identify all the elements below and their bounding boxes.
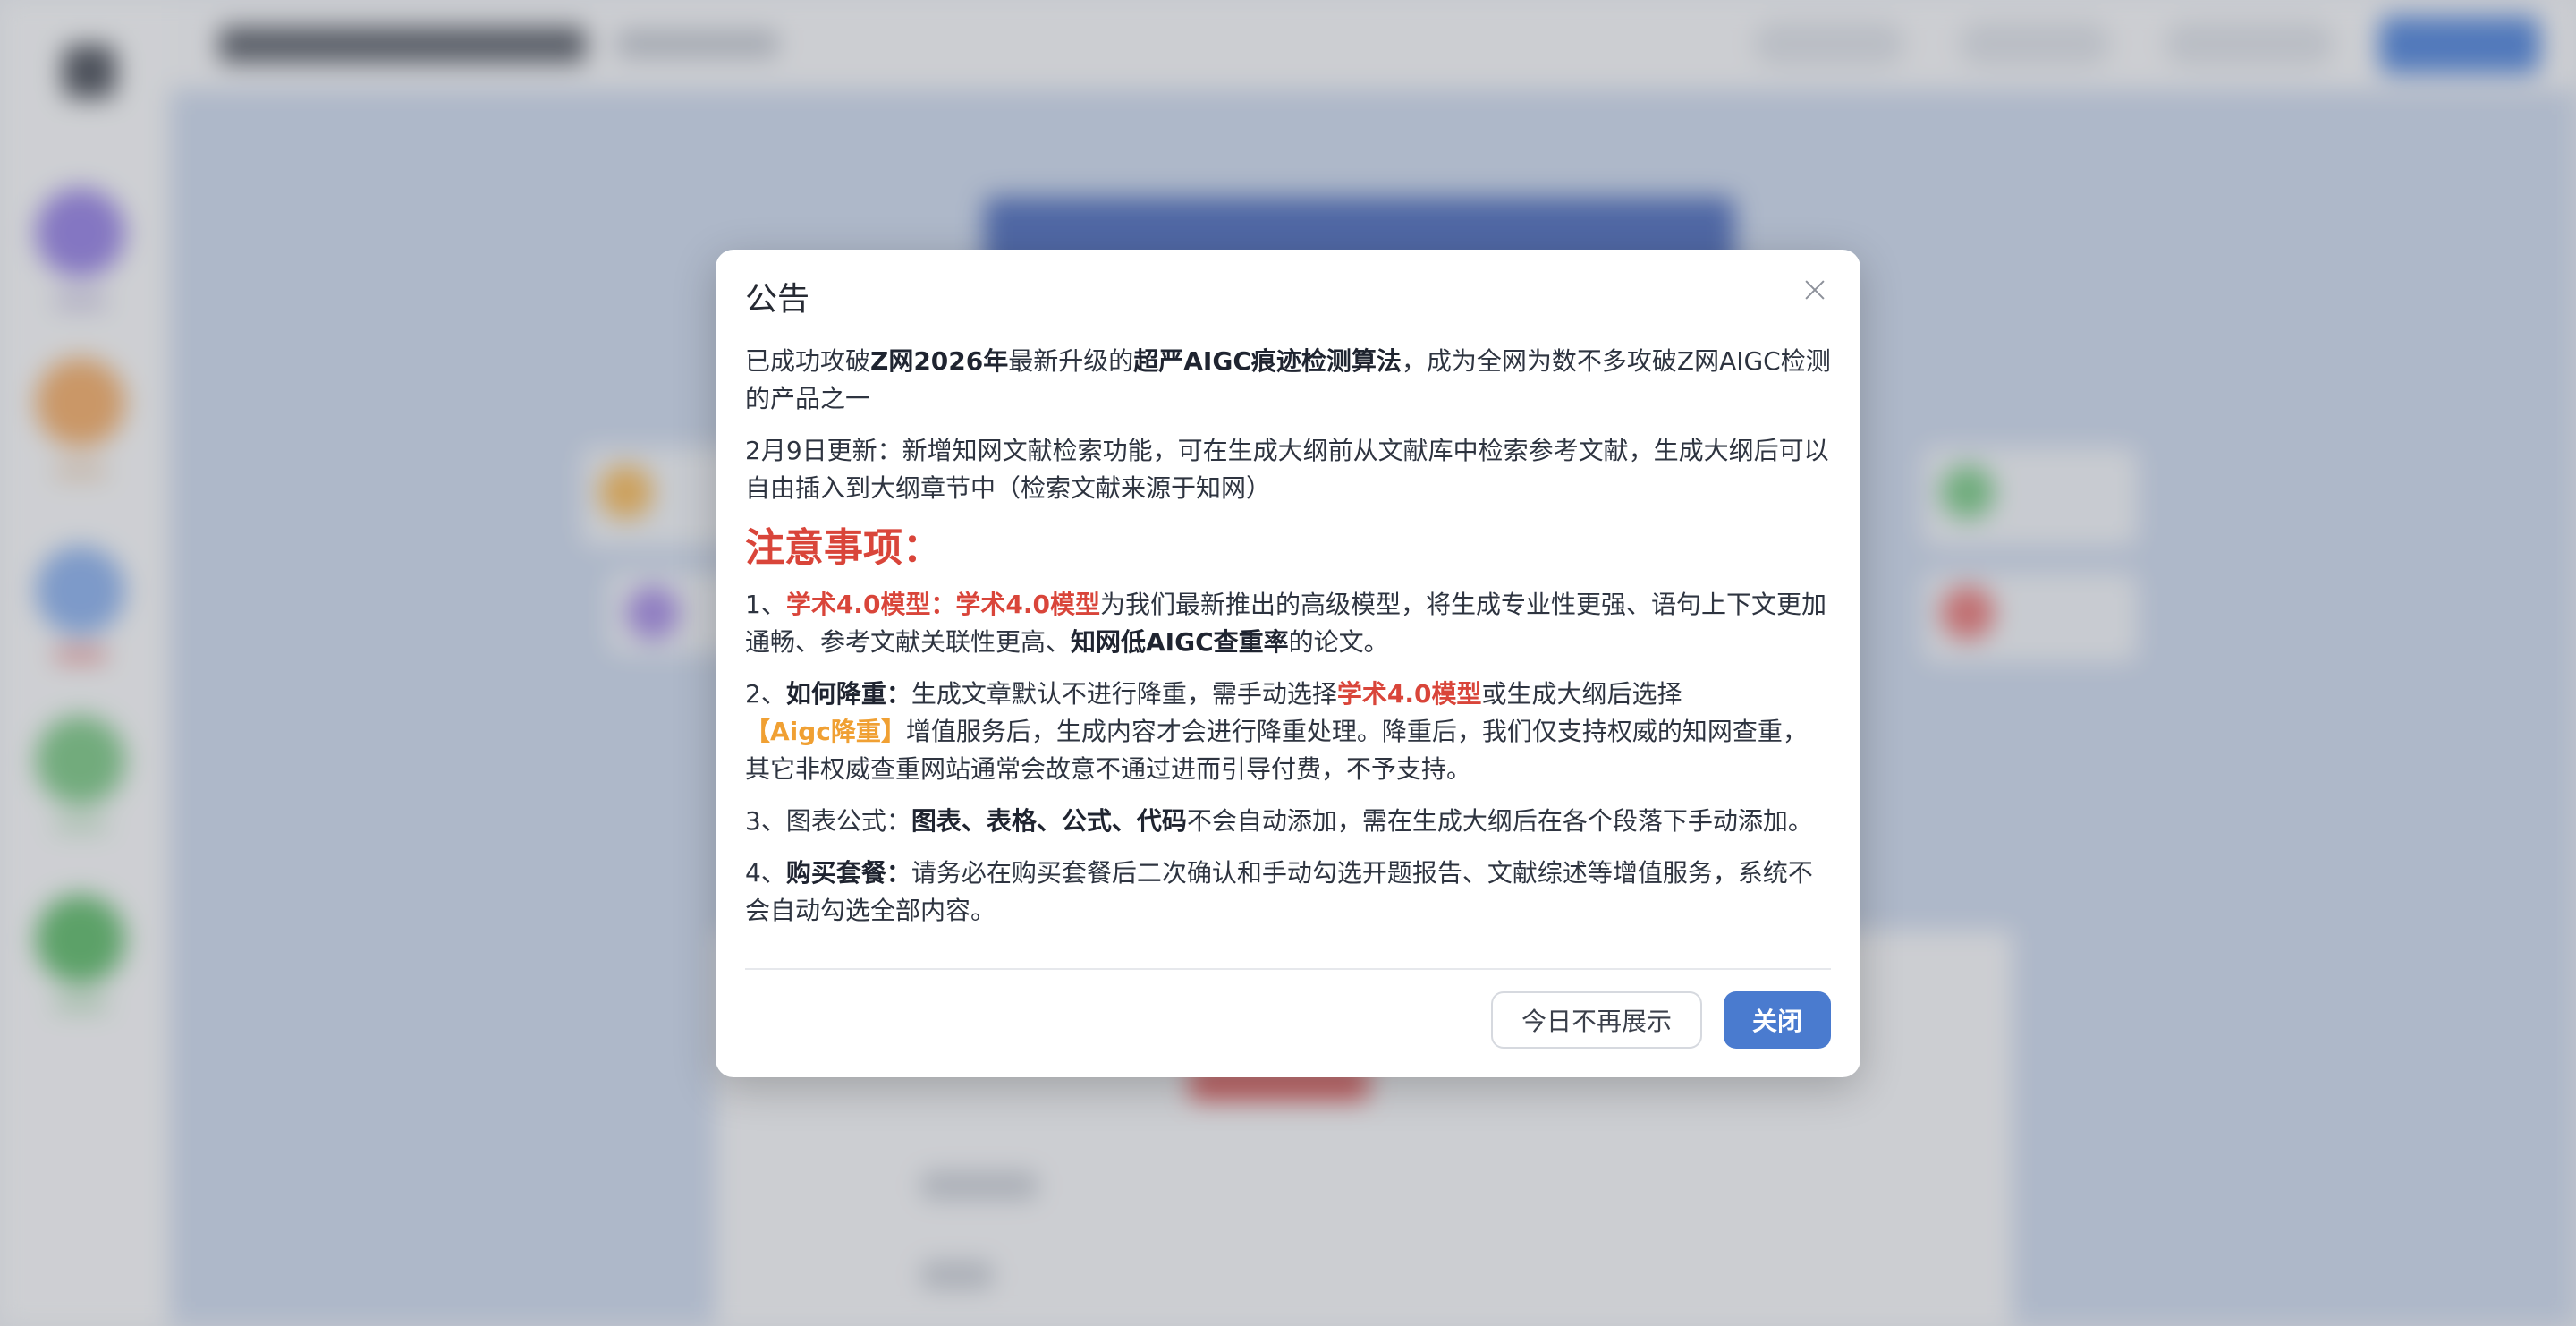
item-bold: 图表、表格、公式、代码	[911, 806, 1187, 836]
item-red-highlight: 学术4.0模型	[1336, 679, 1482, 709]
item-text: 的论文。	[1288, 627, 1389, 657]
item-bold: 购买套餐：	[785, 858, 911, 888]
item-text: 不会自动添加，需在生成大纲后在各个段落下手动添加。	[1186, 806, 1813, 836]
intro-text: 已成功攻破	[745, 346, 871, 376]
dialog-title: 公告	[745, 281, 810, 318]
notice-heading: 注意事项：	[745, 525, 942, 571]
footer-divider	[745, 968, 1831, 970]
item-bold: 如何降重：	[785, 679, 911, 709]
item-bold: 知网低AIGC查重率	[1071, 627, 1289, 657]
notice-item-4: 4、购买套餐：请务必在购买套餐后二次确认和手动勾选开题报告、文献综述等增值服务，…	[745, 854, 1831, 930]
item-prefix: 4、	[745, 858, 786, 888]
item-text: 生成文章默认不进行降重，需手动选择	[911, 679, 1337, 709]
item-red-highlight: 学术4.0模型：学术4.0模型	[785, 590, 1101, 619]
item-prefix: 1、	[745, 590, 786, 619]
item-orange-highlight: 【Aigc降重】	[745, 717, 906, 746]
intro-paragraph: 已成功攻破Z网2026年最新升级的超严AIGC痕迹检测算法，成为全网为数不多攻破…	[745, 343, 1831, 418]
item-prefix: 3、图表公式：	[745, 806, 911, 836]
close-icon[interactable]	[1801, 276, 1828, 303]
item-text: 或生成大纲后选择	[1481, 679, 1682, 709]
dialog-footer: 今日不再展示 关闭	[1490, 991, 1831, 1049]
notice-item-3: 3、图表公式：图表、表格、公式、代码不会自动添加，需在生成大纲后在各个段落下手动…	[745, 803, 1831, 840]
update-paragraph: 2月9日更新：新增知网文献检索功能，可在生成大纲前从文献库中检索参考文献，生成大…	[745, 436, 1829, 503]
notice-item-2: 2、如何降重：生成文章默认不进行降重，需手动选择学术4.0模型或生成大纲后选择【…	[745, 676, 1831, 788]
notice-item-1: 1、学术4.0模型：学术4.0模型为我们最新推出的高级模型，将生成专业性更强、语…	[745, 586, 1831, 661]
dialog-body: 已成功攻破Z网2026年最新升级的超严AIGC痕迹检测算法，成为全网为数不多攻破…	[745, 343, 1831, 930]
intro-highlight: 超严AIGC痕迹检测算法	[1133, 346, 1402, 376]
item-prefix: 2、	[745, 679, 786, 709]
close-button[interactable]: 关闭	[1723, 991, 1831, 1049]
intro-highlight: Z网2026年	[870, 346, 1009, 376]
dismiss-today-button[interactable]: 今日不再展示	[1490, 991, 1702, 1049]
intro-text: 最新升级的	[1008, 346, 1134, 376]
announcement-dialog: 公告 已成功攻破Z网2026年最新升级的超严AIGC痕迹检测算法，成为全网为数不…	[716, 250, 1860, 1077]
